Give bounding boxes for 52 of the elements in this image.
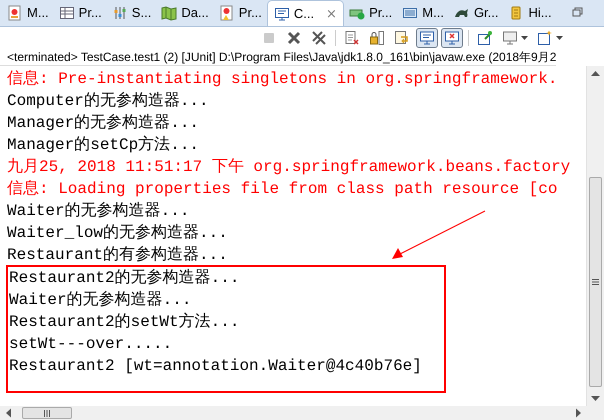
grip-icon bbox=[592, 279, 599, 285]
console-line: Restaurant的有参构造器... bbox=[7, 244, 228, 266]
view-tab[interactable]: S... bbox=[106, 0, 156, 26]
pinned-window-icon bbox=[477, 30, 493, 46]
process-label: <terminated> TestCase.test1 (2) [JUnit] D:\Program Files\Java\jdk1.8.0_161\bin\javaw.exe (2018年9月2 bbox=[0, 49, 556, 66]
document-icon bbox=[7, 5, 23, 21]
console-line: Computer的无参构造器... bbox=[7, 90, 209, 112]
monitor-icon bbox=[419, 30, 435, 46]
console-line: Waiter_low的无参构造器... bbox=[7, 222, 228, 244]
table-icon bbox=[58, 5, 75, 21]
close-tab-button[interactable]: ⨯ bbox=[326, 4, 338, 24]
view-tab[interactable]: Pr... bbox=[214, 0, 267, 26]
stdout-button[interactable] bbox=[416, 28, 438, 48]
monitor-icon bbox=[502, 30, 518, 46]
new-window-icon bbox=[537, 30, 553, 46]
console-line: Waiter的无参构造器... bbox=[7, 200, 190, 222]
horizontal-scrollbar[interactable] bbox=[0, 406, 604, 420]
view-tab[interactable]: M... bbox=[2, 0, 54, 26]
console-line: Manager的setCp方法... bbox=[7, 134, 200, 156]
monitor-error-icon bbox=[444, 30, 460, 46]
console-line: Restaurant2的setWt方法... bbox=[9, 312, 240, 333]
view-tab[interactable]: Gr... bbox=[448, 0, 504, 26]
console-line: 信息: Pre-instantiating singletons in org.springframework. bbox=[7, 69, 558, 90]
document-icon bbox=[218, 5, 235, 21]
console-line: 九月25, 2018 11:51:17 下午 org.springframework.beans.factory bbox=[7, 156, 570, 178]
scroll-thumb[interactable] bbox=[22, 407, 72, 419]
console-line: 信息: Loading properties file from class path resource [co bbox=[7, 179, 558, 200]
console-line: Restaurant2 [wt=annotation.Waiter@4c40b76e] bbox=[9, 356, 422, 377]
console-line: setWt---over..... bbox=[9, 334, 172, 355]
vertical-scrollbar[interactable] bbox=[586, 66, 604, 406]
grip-icon bbox=[44, 410, 50, 416]
restore-icon[interactable] bbox=[572, 6, 584, 18]
sliders-icon bbox=[112, 5, 128, 21]
view-tab[interactable]: Pr... bbox=[344, 0, 398, 26]
monitor-icon bbox=[274, 6, 290, 22]
document-wrap-icon bbox=[394, 30, 410, 46]
view-tab[interactable]: M... bbox=[397, 0, 449, 26]
stderr-button[interactable] bbox=[441, 28, 463, 48]
view-tab[interactable]: Da... bbox=[156, 0, 214, 26]
close-icon bbox=[286, 30, 302, 46]
console-line: Manager的无参构造器... bbox=[7, 112, 200, 134]
view-tab[interactable]: C... ⨯ bbox=[266, 0, 344, 26]
scroll-thumb[interactable] bbox=[589, 177, 602, 387]
view-tab[interactable]: Pr... bbox=[54, 0, 107, 26]
map-icon bbox=[161, 5, 178, 21]
view-tab[interactable]: Hi... bbox=[504, 0, 557, 26]
double-close-icon bbox=[311, 30, 327, 46]
console-line: Waiter的无参构造器... bbox=[9, 290, 192, 311]
console-line: Restaurant2的无参构造器... bbox=[9, 268, 240, 289]
stop-icon bbox=[261, 30, 277, 46]
lock-icon bbox=[369, 30, 385, 46]
document-clear-icon bbox=[344, 30, 360, 46]
